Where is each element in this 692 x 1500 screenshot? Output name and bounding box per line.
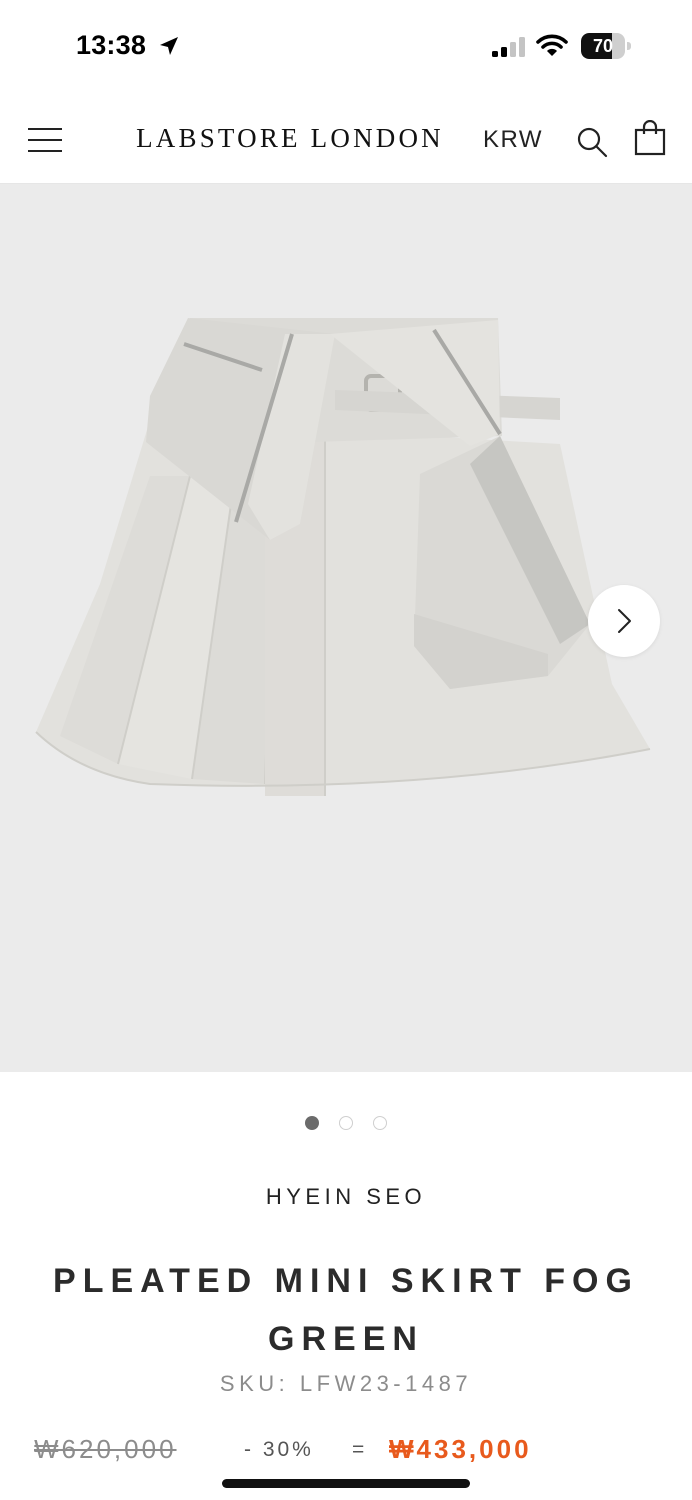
menu-icon xyxy=(28,150,62,152)
status-time: 13:38 xyxy=(76,30,147,60)
next-image-button[interactable] xyxy=(588,585,660,657)
product-gallery[interactable] xyxy=(0,184,692,1072)
signal-icon xyxy=(492,37,525,57)
wifi-icon xyxy=(536,34,568,56)
menu-icon xyxy=(28,139,62,141)
sale-price: ₩433,000 xyxy=(389,1434,532,1464)
location-arrow-icon xyxy=(160,37,178,55)
menu-icon xyxy=(28,128,62,130)
currency-selector[interactable]: KRW xyxy=(483,126,543,154)
chevron-right-icon xyxy=(618,609,631,633)
cart-button[interactable] xyxy=(634,119,666,156)
search-icon xyxy=(577,127,608,158)
search-button[interactable] xyxy=(576,126,608,158)
home-indicator xyxy=(222,1479,470,1488)
battery-icon: 70 xyxy=(581,33,631,59)
sku-label: SKU: xyxy=(219,1371,290,1396)
battery-body: 70 xyxy=(581,33,625,59)
pagination-dot[interactable] xyxy=(339,1116,353,1130)
status-bar: 13:38 70 xyxy=(0,0,692,96)
price-row: ₩620,000 - 30% = ₩433,000 xyxy=(0,1432,692,1472)
menu-button[interactable] xyxy=(28,128,62,152)
original-price: ₩620,000 xyxy=(34,1434,177,1464)
pagination-dot[interactable] xyxy=(305,1116,319,1130)
product-title: PLEATED MINI SKIRT FOG GREEN xyxy=(53,1262,639,1358)
site-logo[interactable]: LABSTORE LONDON xyxy=(120,123,460,154)
product-brand[interactable]: HYEIN SEO xyxy=(0,1184,692,1210)
pagination-dot[interactable] xyxy=(373,1116,387,1130)
sku-value: LFW23-1487 xyxy=(299,1371,473,1396)
site-header: LABSTORE LONDON KRW xyxy=(0,96,692,184)
battery-cap xyxy=(627,42,631,50)
gallery-pagination xyxy=(0,1116,692,1132)
product-sku: SKU: LFW23-1487 xyxy=(0,1371,692,1397)
discount-percent: - 30% xyxy=(244,1438,314,1461)
battery-level: 70 xyxy=(592,36,614,56)
shopping-bag-icon xyxy=(634,119,666,156)
equals-sign: = xyxy=(352,1438,365,1461)
